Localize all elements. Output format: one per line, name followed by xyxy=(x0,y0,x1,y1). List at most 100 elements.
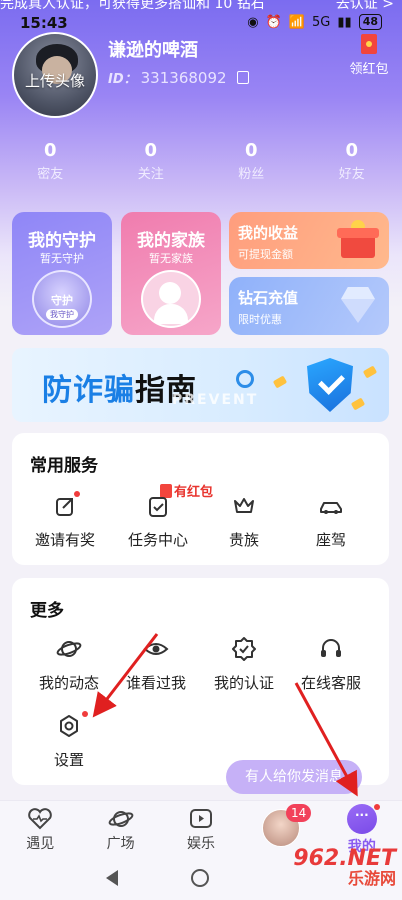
tab-label: 遇见 xyxy=(26,836,55,852)
income-subtitle: 可提现金额 xyxy=(238,248,293,261)
me-icon xyxy=(346,804,380,834)
anti-fraud-watermark: PREVENT xyxy=(172,392,259,408)
service-label: 邀请有奖 xyxy=(34,531,95,549)
guard-title: 我的守护 xyxy=(28,231,96,251)
verify-icon xyxy=(231,636,257,662)
my-guard-card[interactable]: 我的守护 暂无守护 守护 我守护 xyxy=(12,212,112,335)
notification-dot xyxy=(74,491,80,497)
home-icon[interactable] xyxy=(191,869,209,887)
stat-fans[interactable]: 0 粉丝 xyxy=(201,140,302,182)
common-services-panel: 常用服务 有红包 邀请有奖 任务中心 贵族 座驾 xyxy=(12,433,389,565)
more-panel: 更多 我的动态 谁看过我 我的认证 在线客服 设置 xyxy=(12,578,389,785)
notification-dot xyxy=(373,804,380,810)
network-type: 5G xyxy=(312,14,331,30)
notification-dot xyxy=(82,711,88,717)
heart-pulse-icon xyxy=(27,807,53,831)
family-subtitle: 暂无家族 xyxy=(149,252,193,265)
coin-icon xyxy=(350,397,366,411)
user-id-row: ID： 331368092 xyxy=(108,68,249,87)
stat-value: 0 xyxy=(244,140,258,161)
stat-following[interactable]: 0 关注 xyxy=(101,140,202,182)
anti-fraud-banner[interactable]: 防诈骗指南 PREVENT xyxy=(12,348,389,422)
task-icon xyxy=(145,493,171,519)
copy-icon[interactable] xyxy=(236,71,249,84)
stat-label: 好友 xyxy=(338,167,365,182)
red-packet-label: 领红包 xyxy=(349,62,389,77)
stats-row: 0 密友 0 关注 0 粉丝 0 好友 xyxy=(0,140,402,182)
play-icon xyxy=(188,807,214,831)
diamond-title: 钻石充值 xyxy=(238,289,299,307)
site-watermark: 962.NET 乐游网 xyxy=(293,846,396,888)
clock: 15:43 xyxy=(20,14,68,32)
stat-value: 0 xyxy=(144,140,158,161)
car-icon xyxy=(318,493,344,519)
more-online-support[interactable]: 在线客服 xyxy=(284,636,378,693)
wifi-icon: 📶 xyxy=(288,14,306,30)
service-label: 贵族 xyxy=(228,531,259,549)
service-car[interactable]: 座驾 xyxy=(284,493,378,550)
signal-icon: ▮▮ xyxy=(337,14,352,30)
diamond-subtitle: 限时优惠 xyxy=(238,313,282,326)
service-invite[interactable]: 邀请有奖 xyxy=(18,491,112,550)
upload-avatar-label: 上传头像 xyxy=(24,72,85,90)
more-label: 谁看过我 xyxy=(125,674,186,692)
tab-label: 广场 xyxy=(106,836,135,852)
eye-icon xyxy=(143,636,169,662)
system-icons: ◉ ⏰ 📶 5G ▮▮ 48 xyxy=(247,14,382,30)
my-family-card[interactable]: 我的家族 暂无家族 xyxy=(121,212,221,335)
stat-friends[interactable]: 0 好友 xyxy=(302,140,402,182)
verify-link[interactable]: 去认证 > xyxy=(336,0,394,13)
red-packet-button[interactable]: 领红包 xyxy=(346,34,392,77)
more-my-verification[interactable]: 我的认证 xyxy=(197,636,291,693)
planet-icon xyxy=(108,807,134,831)
username[interactable]: 谦逊的啤酒 xyxy=(108,36,198,62)
red-envelope-icon xyxy=(361,34,377,54)
my-income-card[interactable]: 我的收益 可提现金额 xyxy=(229,212,389,269)
stat-value: 0 xyxy=(43,140,57,161)
battery-icon: 48 xyxy=(358,14,382,30)
service-noble[interactable]: 贵族 xyxy=(197,493,291,550)
common-services-title: 常用服务 xyxy=(30,456,98,476)
more-my-moments[interactable]: 我的动态 xyxy=(22,636,116,693)
stat-value: 0 xyxy=(345,140,359,161)
guard-badge-title: 守护 xyxy=(51,294,73,307)
share-icon xyxy=(52,491,80,519)
service-tasks[interactable]: 任务中心 xyxy=(111,493,205,550)
stat-label: 密友 xyxy=(37,167,64,182)
tab-entertainment[interactable]: 娱乐 xyxy=(161,801,241,858)
income-title: 我的收益 xyxy=(238,224,299,242)
diamond-recharge-card[interactable]: 钻石充值 限时优惠 xyxy=(229,277,389,335)
eye-comfort-icon: ◉ xyxy=(247,14,259,30)
stat-close-friends[interactable]: 0 密友 xyxy=(0,140,101,182)
id-label: ID： xyxy=(108,72,137,87)
more-title: 更多 xyxy=(30,601,64,621)
more-settings[interactable]: 设置 xyxy=(22,711,116,770)
stat-label: 粉丝 xyxy=(238,167,265,182)
guard-badge-icon: 守护 我守护 xyxy=(32,270,92,328)
user-id: 331368092 xyxy=(140,68,227,87)
tab-label: 娱乐 xyxy=(187,836,216,852)
settings-icon xyxy=(56,711,88,739)
family-title: 我的家族 xyxy=(137,231,205,251)
stat-label: 关注 xyxy=(137,167,164,182)
more-label: 我的动态 xyxy=(38,674,99,692)
planet-icon xyxy=(56,636,82,662)
gift-box-icon xyxy=(337,220,379,260)
tab-meet[interactable]: 遇见 xyxy=(0,801,80,858)
coin-icon xyxy=(272,375,288,389)
service-label: 座驾 xyxy=(315,531,346,549)
headset-icon xyxy=(318,636,344,662)
new-message-bubble[interactable]: 有人给你发消息 xyxy=(226,760,362,794)
shield-check-icon xyxy=(307,358,353,412)
service-label: 任务中心 xyxy=(127,531,188,549)
avatar-upload[interactable]: 上传头像 xyxy=(12,32,98,118)
more-label: 我的认证 xyxy=(213,674,274,692)
back-icon[interactable] xyxy=(106,870,118,886)
more-label: 设置 xyxy=(53,751,84,769)
tab-square[interactable]: 广场 xyxy=(80,801,160,858)
coin-icon xyxy=(362,365,378,379)
magnifier-icon xyxy=(236,370,254,388)
more-who-viewed-me[interactable]: 谁看过我 xyxy=(109,636,203,693)
family-group-icon xyxy=(141,270,201,328)
guard-subtitle: 暂无守护 xyxy=(40,252,84,265)
